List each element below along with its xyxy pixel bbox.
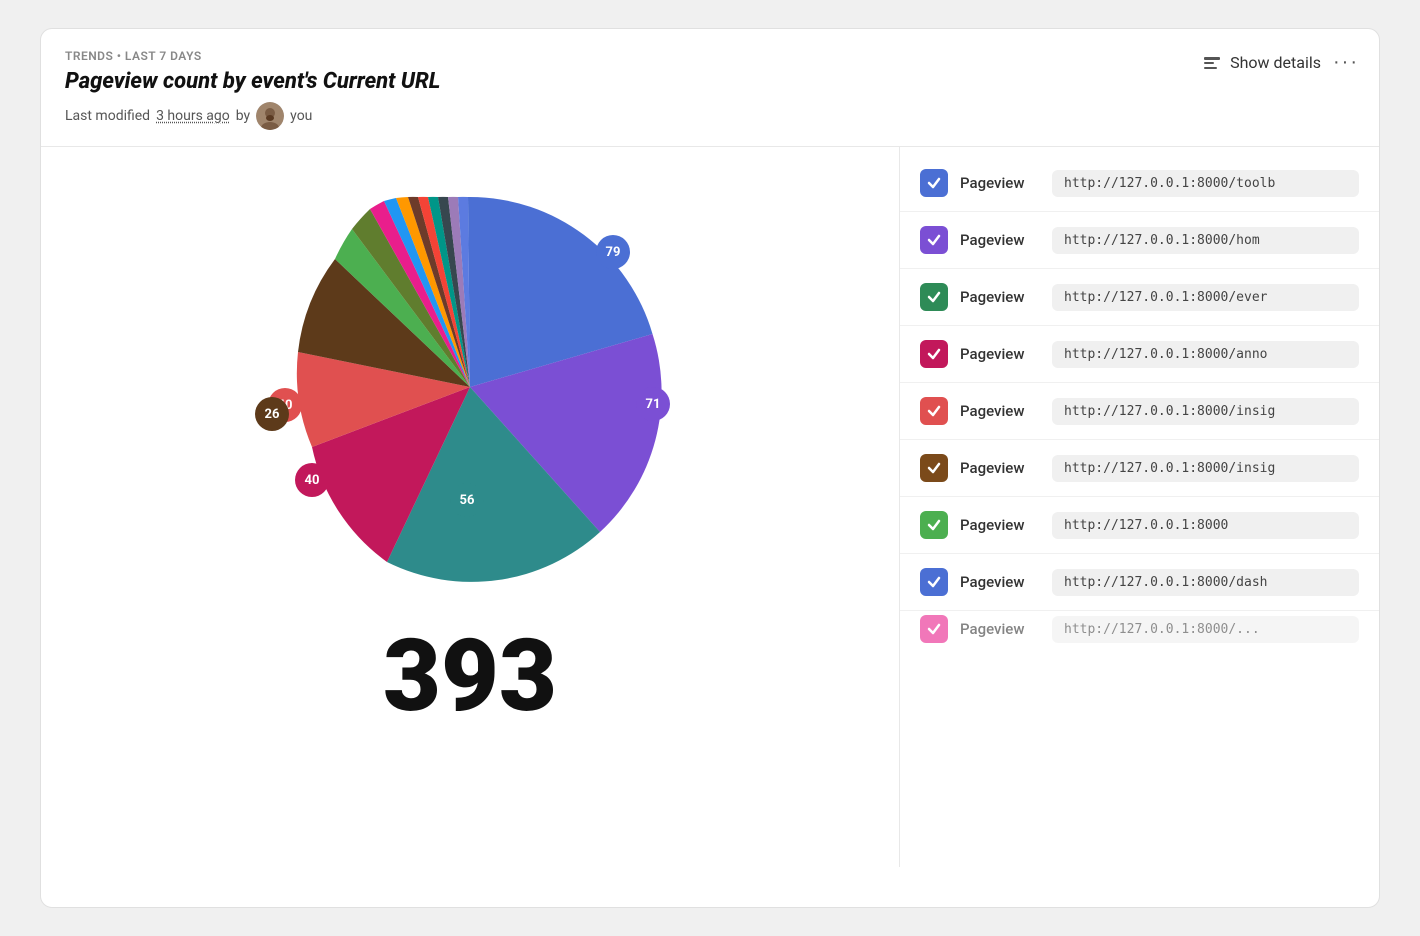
pie-label-26: 26 (255, 397, 289, 431)
modified-row: Last modified 3 hours ago by you (65, 102, 1355, 130)
legend-event-4: Pageview (960, 345, 1040, 363)
legend-url-9: http://127.0.0.1:8000/... (1052, 616, 1359, 643)
legend-item: Pageview http://127.0.0.1:8000/anno (900, 326, 1379, 383)
legend-section[interactable]: Pageview http://127.0.0.1:8000/toolb Pag… (899, 147, 1379, 867)
legend-checkbox-5[interactable] (920, 397, 948, 425)
card-header: TRENDS • LAST 7 DAYS Pageview count by e… (41, 29, 1379, 147)
legend-checkbox-9[interactable] (920, 615, 948, 643)
legend-url-3: http://127.0.0.1:8000/ever (1052, 284, 1359, 311)
pie-label-79: 79 (596, 235, 630, 269)
legend-checkbox-7[interactable] (920, 511, 948, 539)
check-icon (926, 574, 942, 590)
avatar (256, 102, 284, 130)
modified-by: by (236, 108, 250, 124)
legend-item: Pageview http://127.0.0.1:8000/toolb (900, 155, 1379, 212)
card-body: 79 71 56 40 40 26 393 Pageview (41, 147, 1379, 867)
total-count: 393 (383, 627, 557, 727)
check-icon (926, 289, 942, 305)
legend-checkbox-4[interactable] (920, 340, 948, 368)
legend-checkbox-2[interactable] (920, 226, 948, 254)
check-icon (926, 232, 942, 248)
legend-event-9: Pageview (960, 620, 1040, 638)
legend-url-7: http://127.0.0.1:8000 (1052, 512, 1359, 539)
legend-url-1: http://127.0.0.1:8000/toolb (1052, 170, 1359, 197)
legend-item: Pageview http://127.0.0.1:8000/insig (900, 440, 1379, 497)
details-icon (1202, 53, 1222, 73)
legend-event-2: Pageview (960, 231, 1040, 249)
legend-url-2: http://127.0.0.1:8000/hom (1052, 227, 1359, 254)
more-options-button[interactable]: ··· (1333, 51, 1359, 74)
legend-url-5: http://127.0.0.1:8000/insig (1052, 398, 1359, 425)
chart-section: 79 71 56 40 40 26 393 (41, 147, 899, 867)
check-icon (926, 460, 942, 476)
legend-url-6: http://127.0.0.1:8000/insig (1052, 455, 1359, 482)
modified-text: Last modified (65, 108, 150, 124)
legend-checkbox-8[interactable] (920, 568, 948, 596)
legend-item: Pageview http://127.0.0.1:8000/hom (900, 212, 1379, 269)
legend-item: Pageview http://127.0.0.1:8000/ever (900, 269, 1379, 326)
legend-item: Pageview http://127.0.0.1:8000/insig (900, 383, 1379, 440)
legend-event-3: Pageview (960, 288, 1040, 306)
pie-label-40b: 40 (295, 463, 329, 497)
header-actions: Show details ··· (1202, 51, 1359, 74)
legend-item-partial: Pageview http://127.0.0.1:8000/... (900, 611, 1379, 647)
pie-label-71: 71 (636, 387, 670, 421)
show-details-button[interactable]: Show details (1202, 53, 1321, 73)
legend-event-6: Pageview (960, 459, 1040, 477)
main-card: TRENDS • LAST 7 DAYS Pageview count by e… (40, 28, 1380, 908)
legend-item: Pageview http://127.0.0.1:8000/dash (900, 554, 1379, 611)
legend-checkbox-1[interactable] (920, 169, 948, 197)
modified-time: 3 hours ago (156, 108, 230, 124)
legend-event-5: Pageview (960, 402, 1040, 420)
trends-label: TRENDS • LAST 7 DAYS (65, 49, 1355, 63)
pie-label-56: 56 (450, 483, 484, 517)
check-icon (926, 175, 942, 191)
legend-url-8: http://127.0.0.1:8000/dash (1052, 569, 1359, 596)
page-title: Pageview count by event's Current URL (65, 69, 1355, 94)
legend-url-4: http://127.0.0.1:8000/anno (1052, 341, 1359, 368)
legend-checkbox-6[interactable] (920, 454, 948, 482)
check-icon (926, 621, 942, 637)
check-icon (926, 403, 942, 419)
legend-checkbox-3[interactable] (920, 283, 948, 311)
modified-user: you (290, 108, 312, 124)
pie-chart: 79 71 56 40 40 26 (260, 177, 680, 597)
check-icon (926, 517, 942, 533)
show-details-label: Show details (1230, 53, 1321, 72)
check-icon (926, 346, 942, 362)
legend-event-8: Pageview (960, 573, 1040, 591)
legend-event-1: Pageview (960, 174, 1040, 192)
legend-event-7: Pageview (960, 516, 1040, 534)
legend-item: Pageview http://127.0.0.1:8000 (900, 497, 1379, 554)
